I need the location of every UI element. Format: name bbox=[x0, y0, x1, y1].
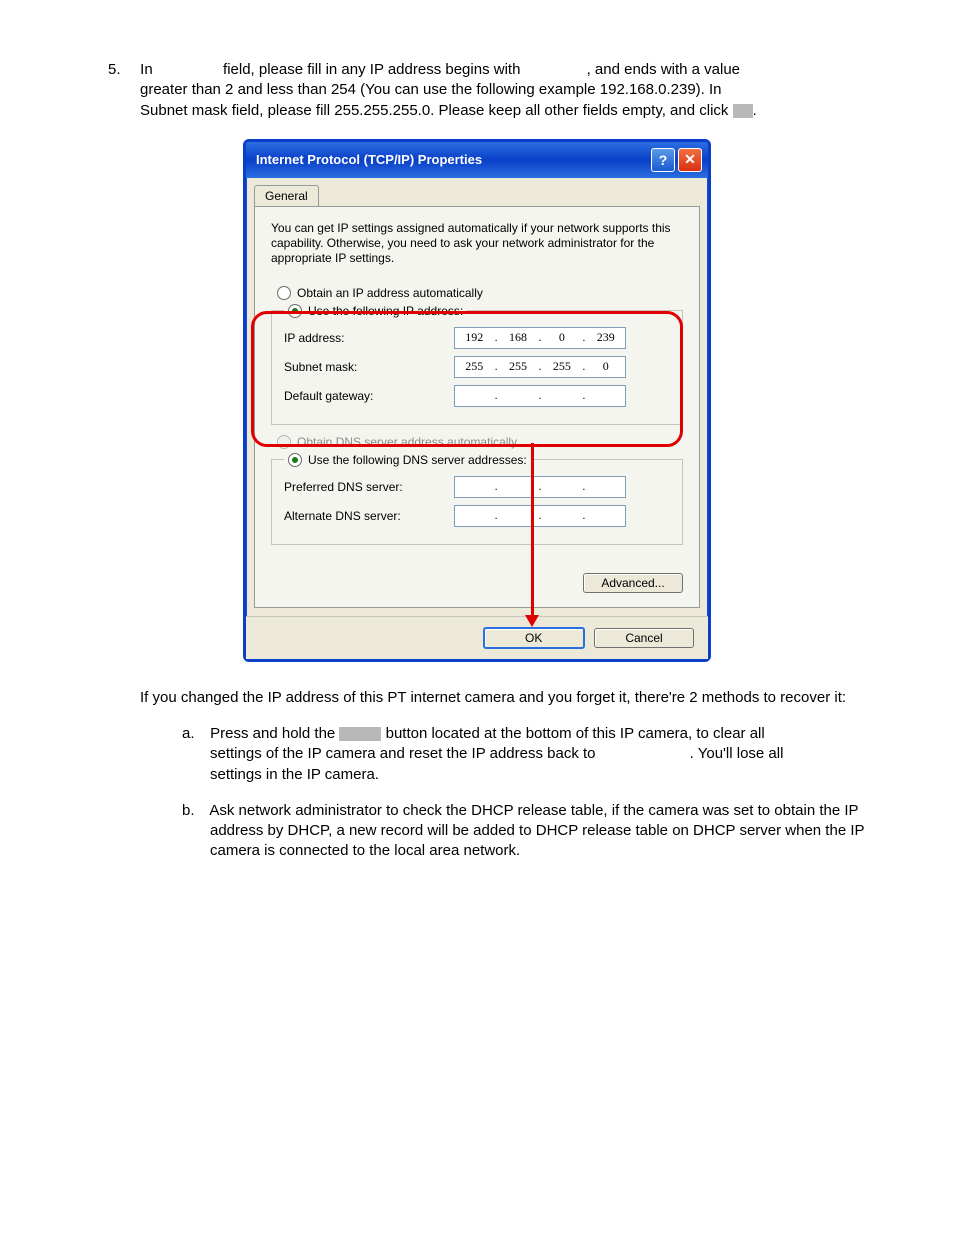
highlight-arrow-line bbox=[531, 443, 534, 617]
blank-field-2 bbox=[525, 62, 587, 74]
radio-icon bbox=[277, 286, 291, 300]
step-number: 5. bbox=[108, 60, 136, 80]
alternate-dns-input[interactable]: . . . bbox=[454, 505, 626, 527]
blank-button-2 bbox=[339, 727, 381, 741]
radio-icon-selected bbox=[288, 304, 302, 318]
radio-obtain-ip-auto[interactable]: Obtain an IP address automatically bbox=[277, 286, 683, 300]
titlebar: Internet Protocol (TCP/IP) Properties ? … bbox=[246, 142, 708, 178]
sub-a: a. Press and hold the button located at … bbox=[210, 724, 894, 785]
label-alt-dns: Alternate DNS server: bbox=[284, 509, 454, 523]
label-ip: IP address: bbox=[284, 331, 454, 345]
label-gateway: Default gateway: bbox=[284, 389, 454, 403]
tcpip-properties-dialog: Internet Protocol (TCP/IP) Properties ? … bbox=[243, 139, 711, 662]
preferred-dns-input[interactable]: . . . bbox=[454, 476, 626, 498]
manual-ip-fieldset: Use the following IP address: IP address… bbox=[271, 304, 683, 425]
radio-icon-disabled bbox=[277, 435, 291, 449]
sub-b: b. Ask network administrator to check th… bbox=[210, 801, 894, 862]
default-gateway-input[interactable]: . . . bbox=[454, 385, 626, 407]
tab-general[interactable]: General bbox=[254, 185, 319, 207]
tab-body: You can get IP settings assigned automat… bbox=[254, 206, 700, 608]
step-5-text: 5. In field, please fill in any IP addre… bbox=[140, 60, 894, 121]
subnet-mask-input[interactable]: 255. 255. 255. 0 bbox=[454, 356, 626, 378]
radio-obtain-dns-auto: Obtain DNS server address automatically bbox=[277, 435, 683, 449]
blank-field-3 bbox=[600, 746, 690, 758]
radio-icon-selected bbox=[288, 453, 302, 467]
cancel-button[interactable]: Cancel bbox=[594, 628, 694, 648]
close-button[interactable]: ✕ bbox=[678, 148, 702, 172]
radio-use-dns[interactable]: Use the following DNS server addresses: bbox=[288, 453, 527, 467]
radio-use-ip[interactable]: Use the following IP address: bbox=[288, 304, 463, 318]
dialog-description: You can get IP settings assigned automat… bbox=[271, 221, 683, 266]
label-subnet: Subnet mask: bbox=[284, 360, 454, 374]
highlight-arrow-head bbox=[525, 615, 539, 627]
help-button[interactable]: ? bbox=[651, 148, 675, 172]
ok-button[interactable]: OK bbox=[483, 627, 585, 649]
ip-address-input[interactable]: 192. 168. 0. 239 bbox=[454, 327, 626, 349]
dialog-title: Internet Protocol (TCP/IP) Properties bbox=[256, 152, 482, 167]
blank-field-1 bbox=[157, 62, 219, 74]
label-pref-dns: Preferred DNS server: bbox=[284, 480, 454, 494]
manual-dns-fieldset: Use the following DNS server addresses: … bbox=[271, 453, 683, 545]
dialog-bottom-bar: OK Cancel bbox=[246, 616, 708, 659]
advanced-button[interactable]: Advanced... bbox=[583, 573, 683, 593]
followup-text: If you changed the IP address of this PT… bbox=[140, 688, 894, 708]
blank-button-1 bbox=[733, 104, 753, 118]
